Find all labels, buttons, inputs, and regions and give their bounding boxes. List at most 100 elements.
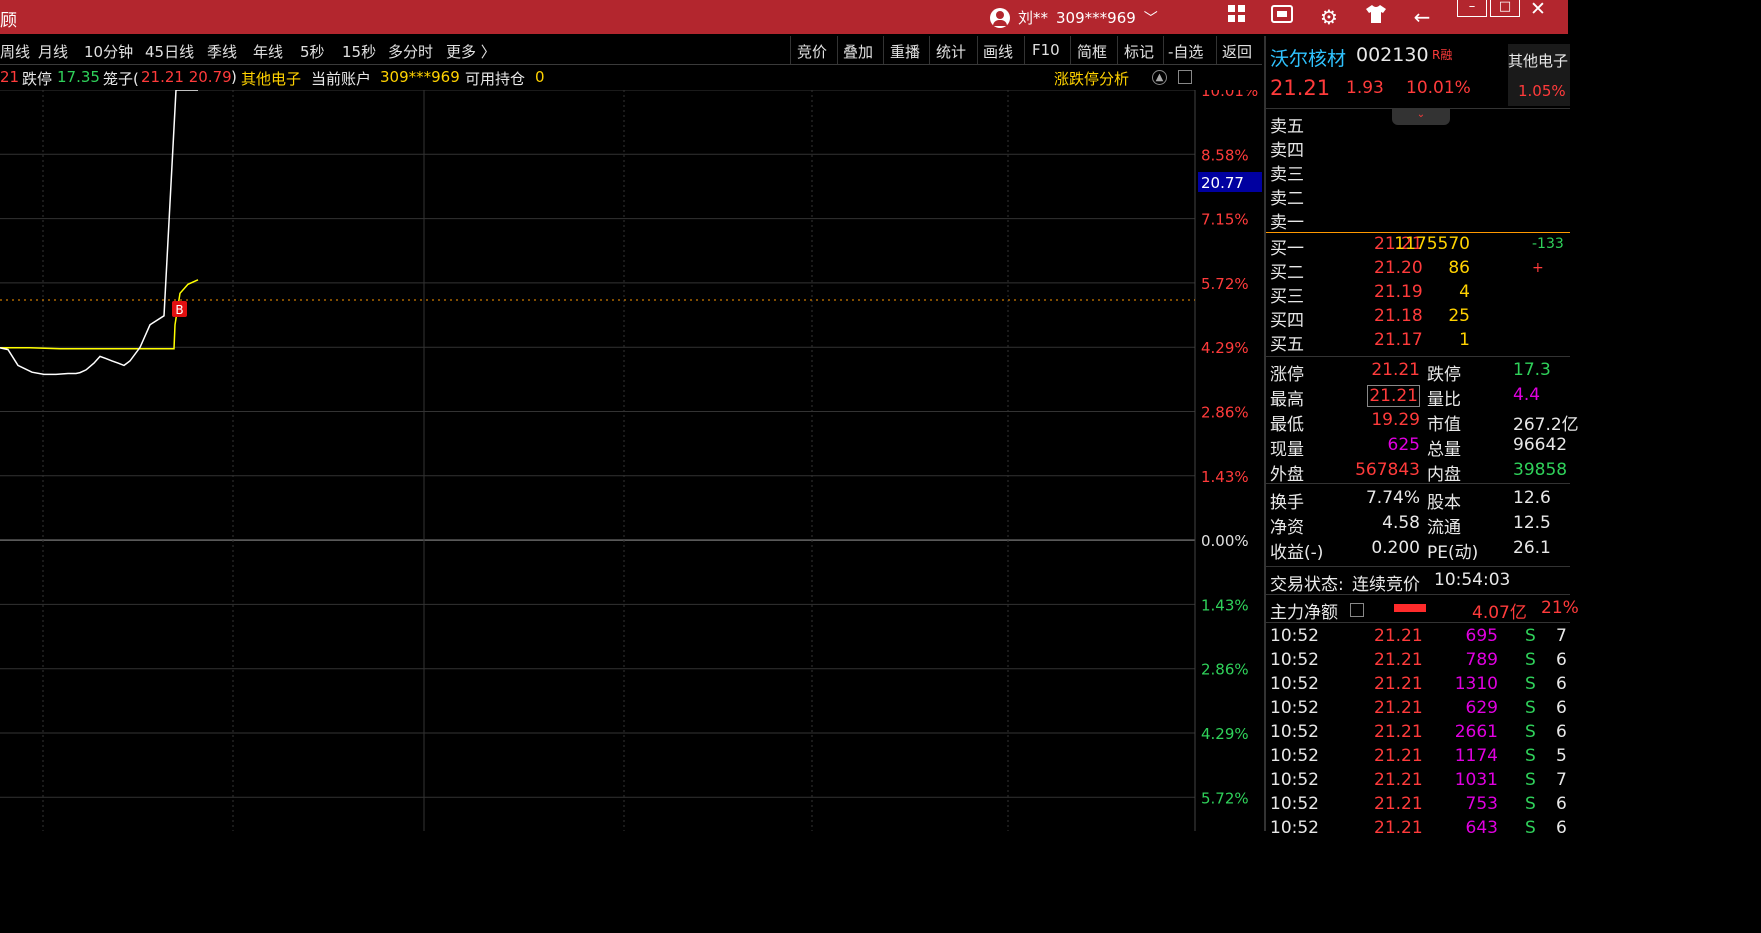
bid-row[interactable]: 买三 21.19 4 [1266,280,1570,307]
stat-label: 最高 [1270,390,1304,410]
net-flow-label: 主力净额 [1270,603,1338,623]
stat-row: 最高 21.21 量比 4.4 [1266,383,1570,410]
bid-row[interactable]: 买五 21.17 1 [1266,328,1570,355]
stat-value: 12.6 [1513,488,1551,508]
trade-marker-label: B [175,303,183,317]
price-marker: 20.77 [1198,172,1262,192]
net-flow-amount: 4.07亿 [1472,603,1527,623]
stat-row: 收益(-) 0.200 PE(动) 26.1 [1266,536,1570,563]
ask-level-1: 卖一 [1270,213,1304,233]
gear-icon[interactable]: ⚙ [1316,4,1342,30]
menu-multi-time[interactable]: 多分时 [388,41,433,62]
close-button[interactable]: ✕ [1525,0,1551,22]
tick-count: 7 [1556,770,1567,790]
tick-volume: 629 [1465,698,1498,718]
menu-back[interactable]: 返回 [1222,41,1252,62]
tick-time: 10:52 [1270,746,1319,766]
tick-price: 21.21 [1374,650,1423,670]
ask-level-2: 卖二 [1270,189,1304,209]
stat-value: 26.1 [1513,538,1551,558]
menu-mark[interactable]: 标记 [1124,41,1154,62]
stat-value: 7.74% [1365,488,1420,508]
axis-tick-label: 2.86% [1201,404,1249,422]
list-icon[interactable] [1350,603,1364,617]
panel-toggle-icon[interactable] [1178,70,1192,84]
tick-row: 10:52 21.21 695 S 7 [1266,626,1570,650]
tick-count: 6 [1556,722,1567,742]
bid-row[interactable]: 买四 21.18 25 [1266,304,1570,331]
tick-time: 10:52 [1270,698,1319,718]
menu-f10[interactable]: F10 [1032,41,1060,59]
grid-icon[interactable] [1224,4,1250,30]
menu-15sec[interactable]: 15秒 [342,41,376,62]
tick-time: 10:52 [1270,650,1319,670]
sector-box[interactable]: 其他电子 1.05% [1508,44,1570,106]
partial-value: 21 [0,68,20,86]
ask-level-3: 卖三 [1270,165,1304,185]
bid-row[interactable]: 买一 21.21 1175570 -133 [1266,232,1570,259]
bid-row[interactable]: 买二 21.20 86 + [1266,256,1570,283]
menu-month[interactable]: 月线 [38,41,68,62]
menu-10min[interactable]: 10分钟 [84,41,133,62]
menu-draw[interactable]: 画线 [983,41,1013,62]
menu-auction[interactable]: 竞价 [797,41,827,62]
tick-price: 21.21 [1374,770,1423,790]
menu-more[interactable]: 更多 〉 [446,41,496,62]
menu-year[interactable]: 年线 [253,41,283,62]
stat-value: 567843 [1355,460,1420,480]
cage-values: 21.21 20.79 [141,68,232,86]
stat-value: 0.200 [1371,538,1420,558]
axis-tick-label: 5.72% [1201,789,1249,807]
sector-link[interactable]: 其他电子 [241,68,301,89]
limit-down-label: 跌停 [22,70,53,88]
badge-icon[interactable] [1269,4,1295,30]
tick-side: S [1525,626,1536,646]
trade-marker-b[interactable]: B [172,301,187,317]
collapse-up-icon[interactable]: ▲ [1152,70,1167,85]
menu-simple-frame[interactable]: 简框 [1077,41,1107,62]
user-account-menu[interactable]: 刘** 309***969 ﹀ [990,7,1158,28]
back-arrow-icon[interactable]: ← [1409,4,1435,30]
axis-tick-label: 5.72% [1201,275,1249,293]
minimize-button[interactable]: – [1457,0,1487,17]
bid-volume: 4 [1459,282,1470,302]
bid-change: -133 [1532,236,1564,252]
axis-tick-label: 1.43% [1201,596,1249,614]
tick-price: 21.21 [1374,794,1423,814]
menu-season[interactable]: 季线 [207,41,237,62]
stat-label: 市值 [1427,415,1461,435]
menu-5sec[interactable]: 5秒 [300,41,325,62]
tick-volume: 1174 [1454,746,1498,766]
tick-time: 10:52 [1270,818,1319,838]
tick-row: 10:52 21.21 1310 S 6 [1266,674,1570,698]
tick-row: 10:52 21.21 629 S 6 [1266,698,1570,722]
tick-side: S [1525,722,1536,742]
stat-label: 量比 [1427,390,1461,410]
limit-analysis-link[interactable]: 涨跌停分析 [1054,68,1129,89]
menu-stats[interactable]: 统计 [936,41,966,62]
maximize-button[interactable]: □ [1490,0,1520,17]
tick-price: 21.21 [1374,722,1423,742]
stat-row: 现量 625 总量 96642 [1266,433,1570,460]
expand-down-icon[interactable]: ⌄ [1392,109,1450,125]
menu-week[interactable]: 周线 [0,41,30,62]
menu-overlay[interactable]: 叠加 [843,41,873,62]
intraday-chart[interactable]: 10.01% 8.58% 7.15% 5.72% 4.29% 2.86% 1.43% 0.00… [0,90,1262,831]
shirt-icon[interactable] [1363,4,1389,30]
axis-tick-label: 10.01% [1201,90,1258,100]
axis-tick-label: 4.29% [1201,725,1249,743]
menu-45day[interactable]: 45日线 [145,41,194,62]
user-avatar-icon [990,7,1010,28]
tick-time: 10:52 [1270,674,1319,694]
ask-level-4: 卖四 [1270,141,1304,161]
menu-remove-watch[interactable]: -自选 [1168,41,1203,62]
stat-row: 外盘 567843 内盘 39858 [1266,458,1570,485]
bid-volume: 86 [1448,258,1470,278]
quote-panel: 沃尔核材 002130 R融 21.21 1.93 10.01% 其他电子 1.… [1264,36,1579,838]
current-price: 21.21 [1270,76,1331,100]
axis-tick-label: 8.58% [1201,146,1249,164]
stat-label: 跌停 [1427,365,1461,385]
menu-replay[interactable]: 重播 [890,41,920,62]
position-value: 0 [535,68,545,86]
tick-side: S [1525,794,1536,814]
